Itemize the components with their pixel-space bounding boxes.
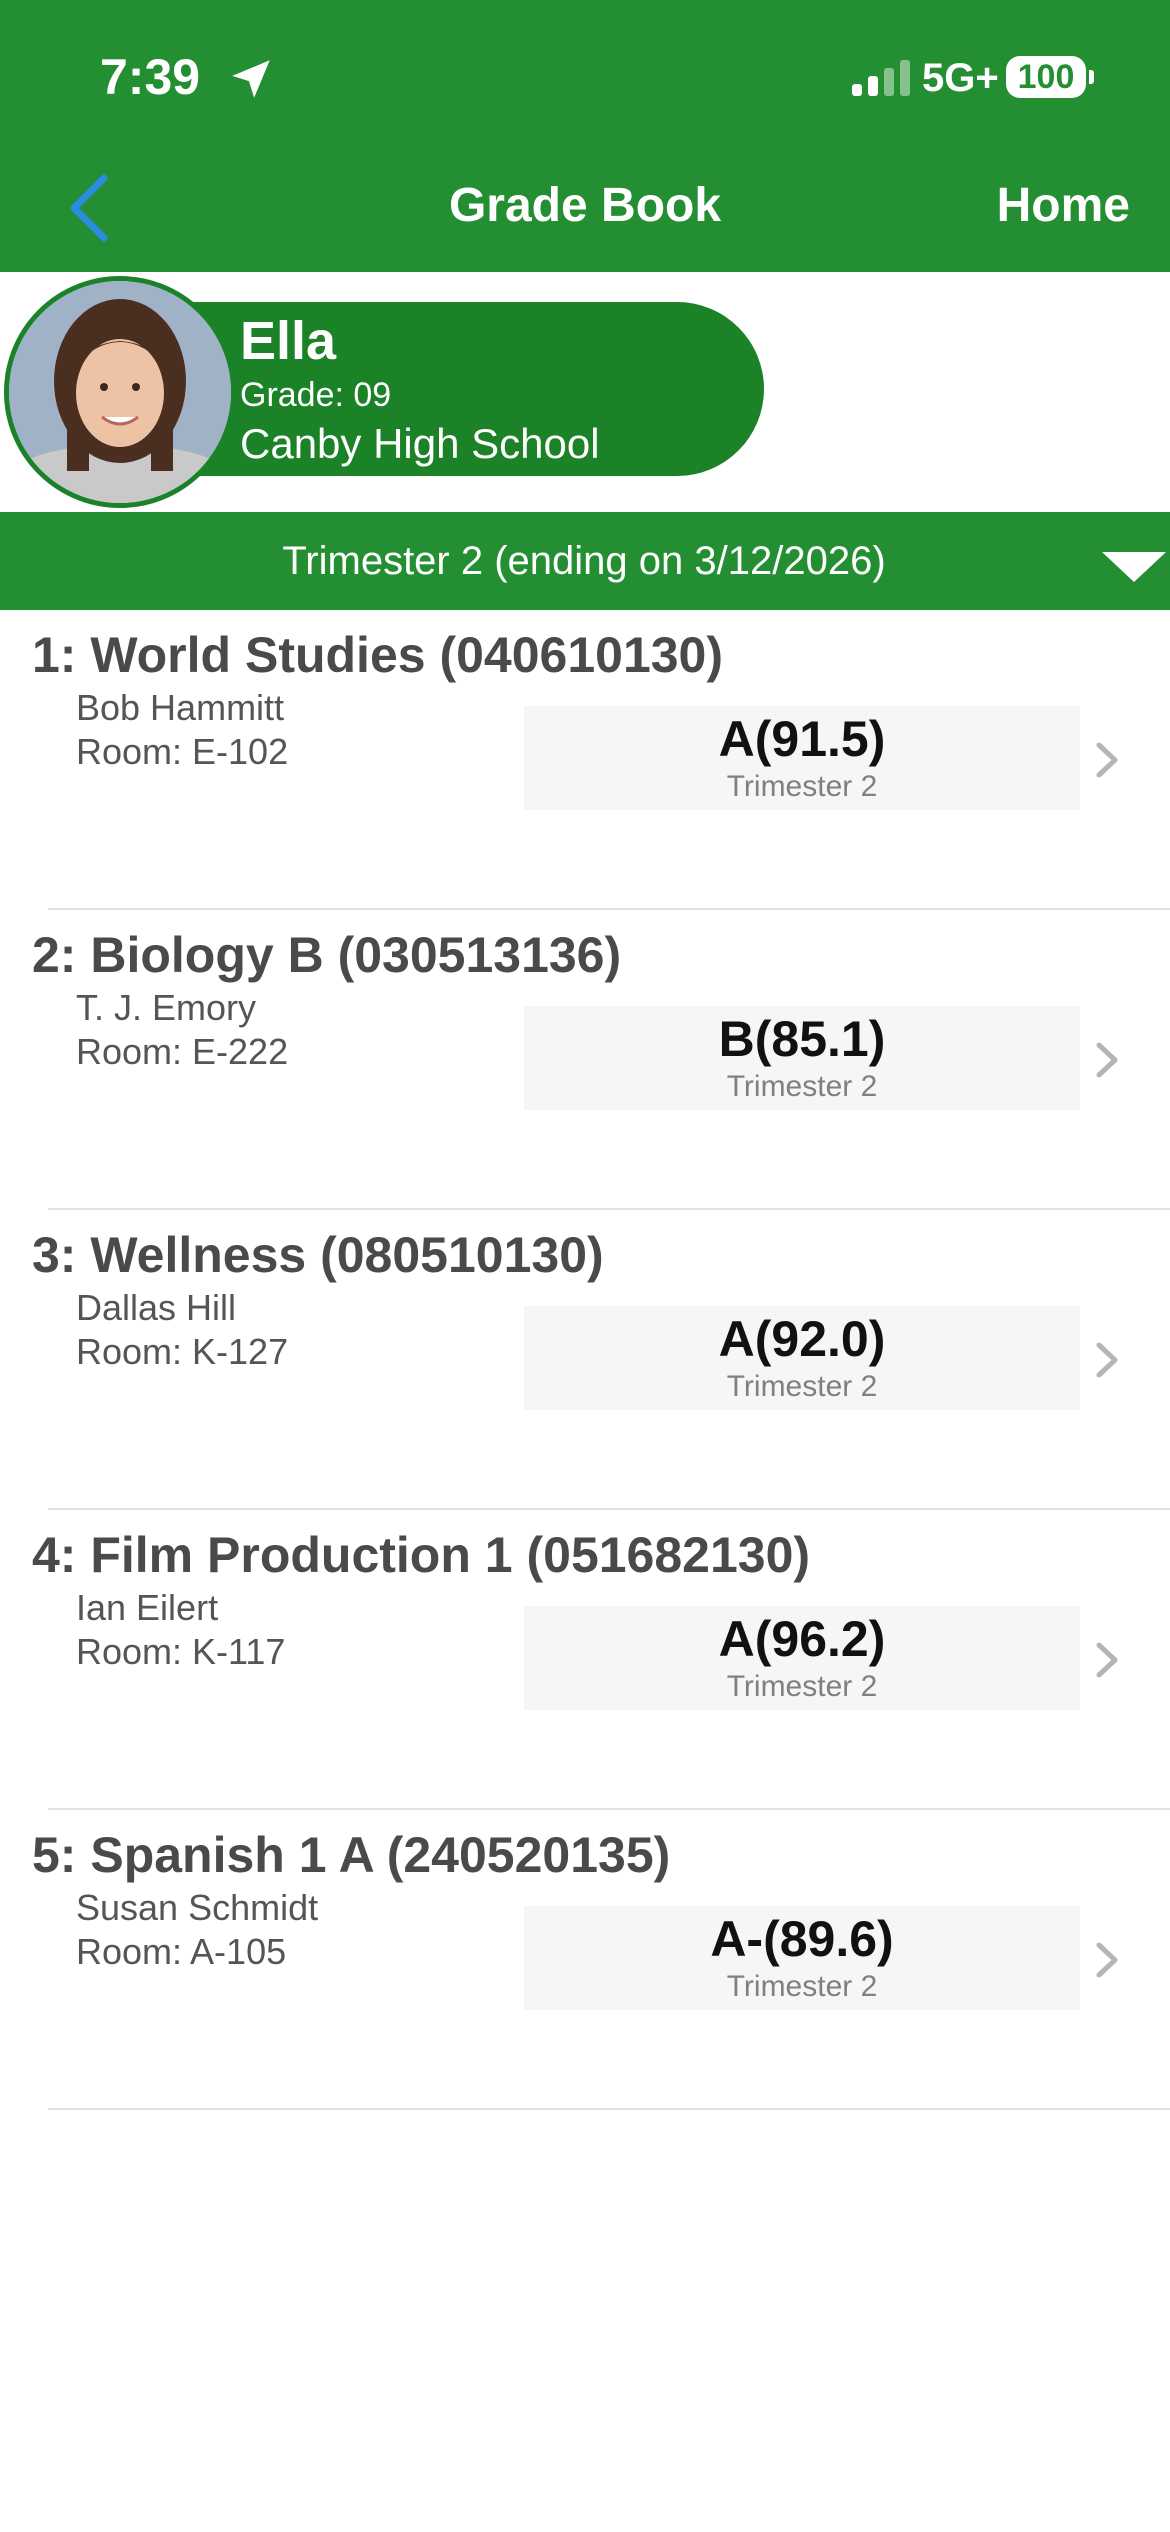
status-time: 7:39 xyxy=(100,49,201,105)
course-row[interactable]: 1: World Studies (040610130) Bob Hammitt… xyxy=(0,610,1170,910)
student-school: Canby High School xyxy=(240,420,600,467)
signal-icon xyxy=(852,58,916,96)
grade-value: A(96.2) xyxy=(718,1611,886,1667)
battery-tip xyxy=(1089,70,1094,84)
chevron-right-icon xyxy=(1096,1342,1118,1378)
grade-value: B(85.1) xyxy=(718,1011,886,1067)
course-room: Room: E-222 xyxy=(76,1031,289,1072)
avatar xyxy=(4,276,236,508)
chevron-right-icon xyxy=(1096,742,1118,778)
course-teacher: Dallas Hill xyxy=(76,1287,237,1328)
course-list: 1: World Studies (040610130) Bob Hammitt… xyxy=(0,610,1170,2110)
grade-value: A(91.5) xyxy=(718,711,886,767)
chevron-right-icon xyxy=(1096,1942,1118,1978)
course-room: Room: A-105 xyxy=(76,1931,287,1972)
grade-box: A(91.5) Trimester 2 xyxy=(524,706,1080,810)
battery-icon: 100 xyxy=(1006,56,1086,98)
grade-box: A(96.2) Trimester 2 xyxy=(524,1606,1080,1710)
course-teacher: Susan Schmidt xyxy=(76,1887,319,1928)
student-grade-level: Grade: 09 xyxy=(240,376,392,414)
term-selector[interactable]: Trimester 2 (ending on 3/12/2026) xyxy=(0,512,1170,610)
back-arrow-icon[interactable] xyxy=(60,168,120,248)
course-row[interactable]: 2: Biology B (030513136) T. J. Emory Roo… xyxy=(0,910,1170,1210)
grade-term: Trimester 2 xyxy=(726,1070,878,1103)
student-name: Ella xyxy=(240,311,337,371)
course-teacher: T. J. Emory xyxy=(76,987,257,1028)
grade-value: A(92.0) xyxy=(718,1311,886,1367)
term-label: Trimester 2 (ending on 3/12/2026) xyxy=(282,539,886,583)
grade-term: Trimester 2 xyxy=(726,1370,878,1403)
page-title: Grade Book xyxy=(448,179,722,232)
course-title: 2: Biology B (030513136) xyxy=(32,927,622,983)
dropdown-caret-icon xyxy=(1102,552,1166,582)
grade-term: Trimester 2 xyxy=(726,1970,878,2003)
course-title: 3: Wellness (080510130) xyxy=(32,1227,604,1283)
course-title: 1: World Studies (040610130) xyxy=(32,627,724,683)
chevron-right-icon xyxy=(1096,1642,1118,1678)
course-row[interactable]: 4: Film Production 1 (051682130) Ian Eil… xyxy=(0,1510,1170,1810)
course-teacher: Bob Hammitt xyxy=(76,687,285,728)
grade-box: B(85.1) Trimester 2 xyxy=(524,1006,1080,1110)
course-room: Room: K-127 xyxy=(76,1331,289,1372)
course-row[interactable]: 5: Spanish 1 A (240520135) Susan Schmidt… xyxy=(0,1810,1170,2110)
course-title: 5: Spanish 1 A (240520135) xyxy=(32,1827,671,1883)
course-room: Room: E-102 xyxy=(76,731,289,772)
chevron-right-icon xyxy=(1096,1042,1118,1078)
grade-term: Trimester 2 xyxy=(726,1670,878,1703)
home-button[interactable]: Home xyxy=(950,176,1130,236)
grade-value: A-(89.6) xyxy=(710,1911,894,1967)
network-type: 5G+ xyxy=(922,56,999,100)
grade-term: Trimester 2 xyxy=(726,770,878,803)
grade-box: A-(89.6) Trimester 2 xyxy=(524,1906,1080,2010)
course-title: 4: Film Production 1 (051682130) xyxy=(32,1527,811,1583)
student-photo xyxy=(9,281,231,503)
location-arrow-icon xyxy=(232,60,270,98)
course-teacher: Ian Eilert xyxy=(76,1587,219,1628)
grade-box: A(92.0) Trimester 2 xyxy=(524,1306,1080,1410)
course-row[interactable]: 3: Wellness (080510130) Dallas Hill Room… xyxy=(0,1210,1170,1510)
row-divider xyxy=(48,2108,1170,2110)
course-room: Room: K-117 xyxy=(76,1631,286,1672)
header-bar: 7:39 5G+ 100 Grade Book Home xyxy=(0,0,1170,272)
